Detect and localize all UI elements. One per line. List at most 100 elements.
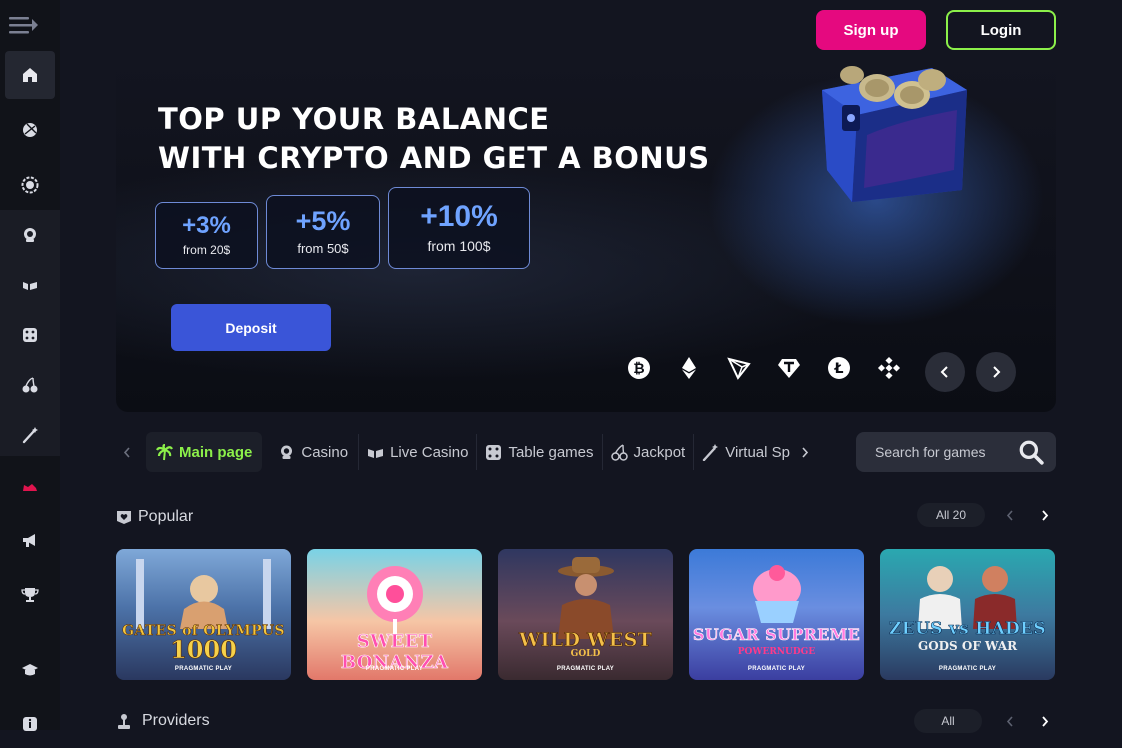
deposit-button[interactable]: Deposit [171, 304, 331, 351]
sidebar-item-info[interactable] [5, 700, 55, 748]
tab-main-page[interactable]: Main page [146, 432, 263, 472]
search-input[interactable] [875, 444, 1015, 460]
chevron-right-icon [993, 366, 1001, 378]
promo-banner[interactable]: TOP UP YOUR BALANCE WITH CRYPTO AND GET … [116, 60, 1056, 412]
banner-title-line2: WITH CRYPTO AND GET A BONUS [158, 141, 710, 175]
sidebar-item-jackpot[interactable] [5, 361, 55, 409]
game-title: WILD WEST [518, 629, 653, 652]
tab-label: Casino [301, 443, 349, 461]
popular-icon [117, 511, 131, 524]
sidebar-item-virtual-sports[interactable] [5, 411, 55, 459]
providers-all-button[interactable]: All [914, 709, 982, 733]
tab-casino[interactable]: Casino [268, 432, 358, 472]
game-provider: PRAGMATIC PLAY [556, 666, 615, 672]
providers-next-button[interactable] [1033, 710, 1055, 732]
game-title: SUGAR SUPREME [692, 625, 861, 645]
popular-next-button[interactable] [1033, 504, 1055, 526]
litecoin-icon: Ł [826, 355, 852, 381]
ethereum-icon [676, 355, 702, 381]
popular-section-header: Popular [116, 502, 1056, 532]
popular-all-button[interactable]: All 20 [917, 503, 985, 527]
tab-label: Table games [508, 443, 594, 461]
tron-icon [726, 355, 752, 381]
banner-next-button[interactable] [976, 352, 1016, 392]
promo-shoe-icon [23, 484, 37, 491]
game-card[interactable]: SUGAR SUPREME POWERNUDGE PRAGMATIC PLAY [689, 549, 864, 680]
search-icon[interactable] [1018, 439, 1044, 465]
tabs-prev-button[interactable] [116, 441, 138, 463]
casino-icon [24, 228, 36, 242]
game-art-zeus-hades [918, 566, 1017, 629]
game-card[interactable]: SWEET BONANZA PRAGMATIC PLAY [307, 549, 482, 680]
game-subtitle: 1000 [170, 635, 237, 665]
game-art-cupcake [753, 565, 801, 623]
game-card[interactable]: WILD WEST GOLD PRAGMATIC PLAY [498, 549, 673, 680]
dice-icon [486, 444, 502, 460]
info-icon [23, 717, 37, 731]
chevron-left-icon [123, 446, 130, 458]
svg-text:Ł: Ł [834, 361, 844, 377]
cyber-icon [21, 176, 39, 194]
sidebar-item-academy[interactable] [5, 646, 55, 694]
tab-virtual-sports[interactable]: Virtual Sp [694, 432, 794, 472]
sidebar-item-table-games[interactable] [5, 311, 55, 359]
chevron-left-icon [940, 366, 948, 378]
cherry-icon [610, 443, 628, 461]
menu-toggle-icon[interactable] [8, 14, 40, 36]
sidebar [0, 0, 60, 731]
bonus-card-5: +5% from 50$ [266, 195, 380, 269]
game-card[interactable]: ZEUS vs HADES GODS OF WAR PRAGMATIC PLAY [880, 549, 1055, 680]
bonus-from: from 50$ [297, 241, 349, 256]
chevron-left-icon [1006, 715, 1013, 727]
banner-title-line1: TOP UP YOUR BALANCE [158, 102, 550, 136]
sidebar-item-tournaments[interactable] [5, 571, 55, 619]
megaphone-icon [23, 534, 35, 547]
tab-label: Virtual Sp [725, 443, 790, 461]
tab-jackpot[interactable]: Jackpot [603, 432, 694, 472]
bonus-from: from 20$ [182, 243, 231, 257]
sidebar-item-sports[interactable] [5, 106, 55, 154]
signup-button[interactable]: Sign up [816, 10, 926, 50]
category-tabs: Main page Casino Live Casino Table games… [116, 432, 846, 472]
chevron-right-icon [1041, 509, 1048, 521]
treasure-chest-image [782, 60, 982, 210]
bonus-pct: +10% [420, 200, 498, 233]
game-provider: PRAGMATIC PLAY [747, 666, 806, 672]
dice-icon [23, 328, 37, 342]
sports-ball-icon [23, 123, 37, 137]
casino-icon [281, 445, 293, 459]
tab-live-casino[interactable]: Live Casino [359, 432, 476, 472]
game-provider: PRAGMATIC PLAY [938, 666, 997, 672]
bitcoin-icon: ₿ [626, 355, 652, 381]
bonus-pct: +5% [295, 206, 351, 236]
sidebar-item-live-casino[interactable] [5, 261, 55, 309]
svg-text:₿: ₿ [633, 361, 644, 377]
academy-icon [22, 664, 38, 676]
login-button[interactable]: Login [946, 10, 1056, 50]
sidebar-item-cyber[interactable] [5, 161, 55, 209]
sidebar-item-promo[interactable] [5, 463, 55, 511]
game-subtitle: POWERNUDGE [737, 647, 816, 657]
chevron-right-icon [1041, 715, 1048, 727]
sidebar-item-home[interactable] [5, 51, 55, 99]
providers-prev-button[interactable] [999, 710, 1021, 732]
sidebar-item-news[interactable] [5, 516, 55, 564]
bonus-pct: +3% [182, 212, 231, 239]
live-casino-icon [23, 282, 37, 290]
tether-icon [776, 355, 802, 381]
tabs-next-button[interactable] [794, 441, 816, 463]
providers-title: Providers [142, 712, 210, 729]
wand-icon [22, 427, 38, 444]
sidebar-item-casino[interactable] [5, 211, 55, 259]
game-card[interactable]: GATES of OLYMPUS 1000 PRAGMATIC PLAY [116, 549, 291, 680]
banner-prev-button[interactable] [925, 352, 965, 392]
popular-prev-button[interactable] [999, 504, 1021, 526]
tab-table-games[interactable]: Table games [477, 432, 601, 472]
game-provider: PRAGMATIC PLAY [365, 666, 424, 672]
popular-title: Popular [138, 508, 194, 525]
tab-label: Jackpot [633, 443, 686, 461]
chevron-left-icon [1006, 509, 1013, 521]
tab-label: Main page [179, 443, 253, 461]
search-box [856, 432, 1056, 472]
chevron-right-icon [802, 446, 809, 458]
